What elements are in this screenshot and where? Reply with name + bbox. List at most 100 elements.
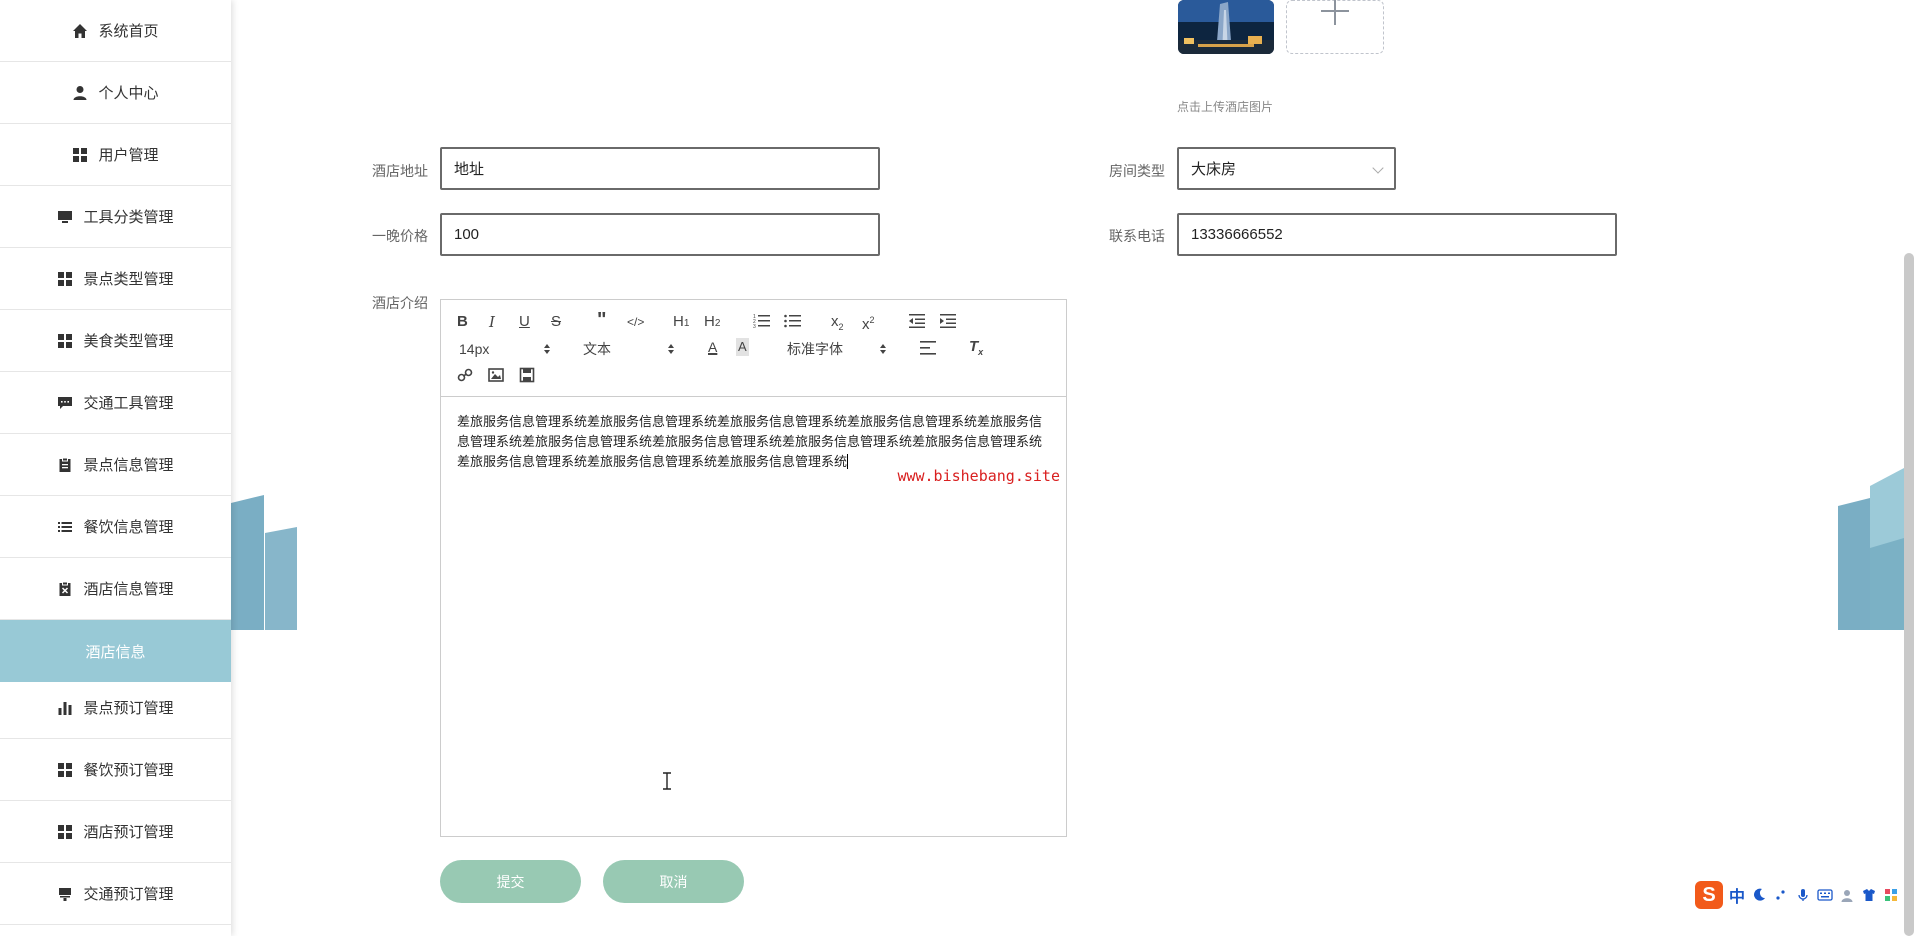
background-color-icon[interactable]: A	[736, 338, 749, 356]
cancel-button[interactable]: 取消	[603, 860, 744, 903]
ordered-list-icon[interactable]: 123	[753, 313, 771, 331]
font-size-select[interactable]: 14px	[459, 340, 489, 358]
clear-format-icon[interactable]: Tx	[969, 338, 983, 357]
sort-icon	[880, 344, 886, 354]
monitor-icon	[57, 209, 73, 225]
sidebar-item-label: 交通工具管理	[83, 395, 174, 412]
user-avatar-icon[interactable]	[1839, 887, 1855, 903]
sidebar-item-scenic-booking[interactable]: 景点预订管理	[0, 677, 231, 739]
room-type-select[interactable]: 大床房	[1177, 147, 1396, 190]
price-value: 100	[454, 226, 480, 243]
upload-tip: 点击上传酒店图片	[1177, 100, 1274, 114]
svg-text:3: 3	[753, 324, 756, 329]
home-icon	[72, 23, 88, 39]
sidebar-item-food-type[interactable]: 美食类型管理	[0, 310, 231, 372]
sidebar-item-label: 酒店信息管理	[83, 581, 174, 598]
video-icon[interactable]	[519, 367, 535, 385]
sidebar-item-users[interactable]: 用户管理	[0, 124, 231, 186]
phone-value: 13336666552	[1191, 226, 1283, 243]
microphone-icon[interactable]	[1795, 887, 1811, 903]
clipboard-x-icon	[57, 581, 73, 597]
underline-icon[interactable]: U	[519, 313, 530, 331]
room-type-label: 房间类型	[1109, 163, 1165, 179]
editor-content[interactable]: 差旅服务信息管理系统差旅服务信息管理系统差旅服务信息管理系统差旅服务信息管理系统…	[457, 412, 1052, 472]
outdent-icon[interactable]	[908, 313, 926, 331]
sidebar-item-label: 美食类型管理	[83, 333, 174, 350]
image-upload-button[interactable]	[1286, 0, 1384, 54]
link-icon[interactable]	[457, 367, 473, 385]
skin-icon[interactable]	[1861, 887, 1877, 903]
moon-icon[interactable]	[1751, 887, 1767, 903]
blockquote-icon[interactable]: "	[597, 310, 606, 330]
strike-icon[interactable]: S	[551, 313, 561, 331]
bullet-list-icon[interactable]	[784, 313, 802, 331]
sidebar-item-transport-tools[interactable]: 交通工具管理	[0, 372, 231, 434]
address-input[interactable]: 地址	[440, 147, 880, 190]
sidebar-item-label: 景点类型管理	[83, 271, 174, 288]
code-icon[interactable]: </>	[627, 313, 644, 331]
submit-button[interactable]: 提交	[440, 860, 581, 903]
sidebar-item-scenic-info[interactable]: 景点信息管理	[0, 434, 231, 496]
rich-text-editor[interactable]: B I U S " </> H1 H2 123 x2 x2 14px 文本 A …	[440, 299, 1067, 837]
sidebar-item-dining-info[interactable]: 餐饮信息管理	[0, 496, 231, 558]
sidebar-item-label: 交通预订管理	[83, 886, 174, 903]
font-color-icon[interactable]: A	[708, 338, 717, 356]
ime-toolbar[interactable]: S 中	[1695, 880, 1920, 910]
align-left-icon[interactable]	[919, 340, 937, 358]
editor-toolbar: B I U S " </> H1 H2 123 x2 x2 14px 文本 A …	[441, 300, 1066, 397]
bold-icon[interactable]: B	[457, 313, 468, 331]
toolbox-icon[interactable]	[1883, 887, 1899, 903]
subscript-icon[interactable]: x2	[831, 313, 844, 332]
sidebar-item-label: 用户管理	[98, 147, 159, 164]
font-family-select[interactable]: 标准字体	[787, 340, 843, 358]
sogou-logo-icon[interactable]: S	[1695, 881, 1723, 909]
price-label: 一晚价格	[372, 228, 428, 244]
sidebar-item-hotel-booking[interactable]: 酒店预订管理	[0, 801, 231, 863]
keyboard-icon[interactable]	[1817, 887, 1833, 903]
grid-icon	[72, 147, 88, 163]
sidebar-item-profile[interactable]: 个人中心	[0, 62, 231, 124]
sidebar-item-label: 景点信息管理	[83, 457, 174, 474]
chevron-down-icon	[1372, 162, 1384, 174]
sidebar-item-hotel-info-manage[interactable]: 酒店信息管理	[0, 558, 231, 620]
italic-icon[interactable]: I	[489, 313, 495, 331]
sidebar-item-label: 酒店信息	[85, 643, 146, 661]
bar-chart-icon	[57, 700, 73, 716]
editor-text: 差旅服务信息管理系统差旅服务信息管理系统差旅服务信息管理系统差旅服务信息管理系统…	[457, 414, 1043, 469]
sidebar-item-tool-category[interactable]: 工具分类管理	[0, 186, 231, 248]
sidebar-item-label: 餐饮信息管理	[83, 519, 174, 536]
image-icon[interactable]	[488, 367, 504, 385]
heading2-icon[interactable]: H2	[704, 313, 720, 331]
sidebar-item-transport-booking[interactable]: 交通预订管理	[0, 863, 231, 925]
superscript-icon[interactable]: x2	[862, 311, 875, 333]
grid-icon	[57, 762, 73, 778]
format-select[interactable]: 文本	[583, 340, 611, 358]
heading1-icon[interactable]: H1	[673, 313, 689, 331]
user-icon	[72, 85, 88, 101]
punctuation-icon[interactable]	[1773, 887, 1789, 903]
hotel-image-thumbnail[interactable]	[1178, 0, 1274, 54]
sidebar: 系统首页 个人中心 用户管理 工具分类管理 景点类型管理 美食类型管理 交通工具…	[0, 0, 231, 936]
sidebar-item-hotel-info[interactable]: 酒店信息	[0, 620, 231, 682]
sidebar-item-label: 个人中心	[98, 85, 159, 102]
address-label: 酒店地址	[372, 163, 428, 179]
price-input[interactable]: 100	[440, 213, 880, 256]
grid-icon	[57, 271, 73, 287]
sidebar-item-scenic-type[interactable]: 景点类型管理	[0, 248, 231, 310]
decorative-bars-left	[231, 495, 297, 630]
sidebar-item-label: 系统首页	[98, 23, 159, 40]
ibeam-cursor-icon	[663, 772, 671, 790]
address-value: 地址	[454, 161, 485, 178]
indent-icon[interactable]	[939, 313, 957, 331]
ime-language-toggle[interactable]: 中	[1729, 883, 1745, 907]
phone-input[interactable]: 13336666552	[1177, 213, 1617, 256]
sort-icon	[668, 344, 674, 354]
sidebar-item-home[interactable]: 系统首页	[0, 0, 231, 62]
sidebar-item-label: 餐饮预订管理	[83, 762, 174, 779]
stamp-icon	[57, 886, 73, 902]
sidebar-item-label: 酒店预订管理	[83, 824, 174, 841]
clipboard-icon	[57, 457, 73, 473]
sort-icon	[544, 344, 550, 354]
sidebar-item-dining-booking[interactable]: 餐饮预订管理	[0, 739, 231, 801]
room-type-value: 大床房	[1191, 161, 1237, 178]
